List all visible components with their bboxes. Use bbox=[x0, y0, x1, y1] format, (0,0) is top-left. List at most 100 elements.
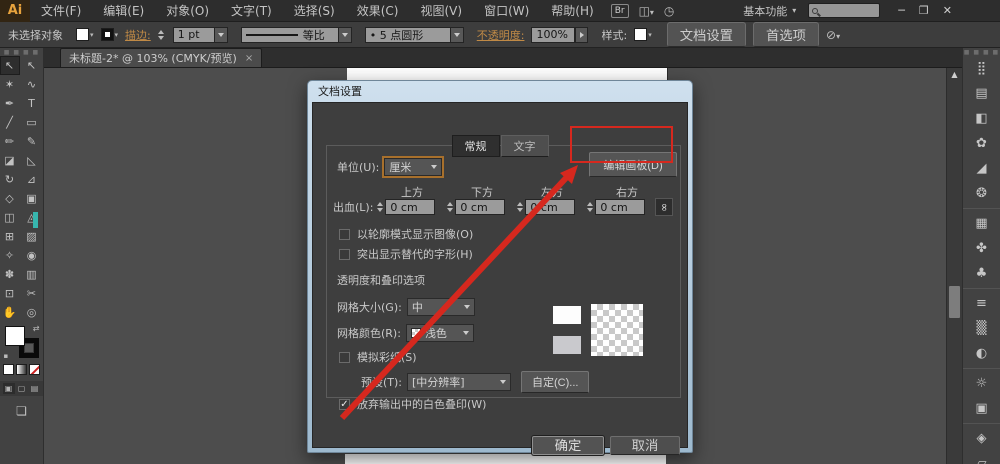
opacity-link[interactable]: 不透明度: bbox=[477, 27, 525, 43]
menu-type[interactable]: 文字(T) bbox=[220, 0, 283, 22]
vertical-scrollbar[interactable]: ▲ bbox=[946, 68, 962, 464]
magic-wand-tool[interactable]: ✶ bbox=[0, 75, 20, 94]
menu-edit[interactable]: 编辑(E) bbox=[92, 0, 155, 22]
direct-selection-tool[interactable]: ↖ bbox=[22, 56, 42, 75]
status-icon[interactable]: ◷ bbox=[664, 4, 674, 18]
bridge-button[interactable]: Br bbox=[611, 4, 629, 18]
layers-panel-icon[interactable]: ◈ bbox=[963, 426, 1000, 451]
stroke-panel-icon[interactable]: ≡ bbox=[963, 291, 1000, 316]
scrollbar-thumb[interactable] bbox=[949, 286, 960, 318]
grid-size-dropdown[interactable]: 中 bbox=[407, 298, 475, 316]
stroke-width-dropdown[interactable] bbox=[215, 27, 228, 43]
artboards-panel-icon[interactable]: ▱ bbox=[963, 451, 1000, 464]
blend-tool[interactable]: ◉ bbox=[22, 246, 42, 265]
stroke-panel-link[interactable]: 描边: bbox=[125, 27, 151, 43]
outline-images-checkbox[interactable] bbox=[339, 229, 350, 240]
minimize-button[interactable]: ─ bbox=[898, 4, 905, 17]
mesh-tool[interactable]: ⊞ bbox=[0, 227, 20, 246]
highlight-glyphs-checkbox[interactable] bbox=[339, 249, 350, 260]
tab-type[interactable]: 文字 bbox=[501, 135, 549, 157]
width-profile-dropdown[interactable] bbox=[339, 27, 352, 43]
symbols-panel-icon[interactable]: ♣ bbox=[963, 261, 1000, 286]
pencil-tool[interactable]: ✎ bbox=[22, 132, 42, 151]
scroll-up-icon[interactable]: ▲ bbox=[947, 68, 962, 79]
tools-grip[interactable]: ■ ■ ■ ■ bbox=[0, 48, 43, 56]
fill-proxy[interactable] bbox=[5, 326, 25, 346]
swatches-panel-icon[interactable]: ▦ bbox=[963, 211, 1000, 236]
perspective-grid-tool[interactable]: ◬ bbox=[22, 208, 42, 227]
bleed-bottom-stepper[interactable] bbox=[447, 202, 453, 212]
slice-tool[interactable]: ✂ bbox=[22, 284, 42, 303]
symbol-tools-panel-icon[interactable]: ❂ bbox=[963, 181, 1000, 206]
line-segment-tool[interactable]: ╱ bbox=[0, 113, 20, 132]
style-picker[interactable]: ▾ bbox=[634, 28, 652, 41]
pathfinder-panel-icon[interactable]: ◧ bbox=[963, 106, 1000, 131]
pen-tool[interactable]: ✒ bbox=[0, 94, 20, 113]
bleed-bottom-field[interactable]: 0 cm bbox=[455, 199, 505, 215]
screen-mode-icon[interactable]: ❏ bbox=[0, 404, 43, 418]
ok-button[interactable]: 确定 bbox=[532, 436, 604, 455]
arrange-documents-icon[interactable]: ◫▾ bbox=[639, 4, 654, 18]
restore-button[interactable]: ❐ bbox=[919, 4, 929, 17]
none-button[interactable] bbox=[29, 364, 40, 375]
simulate-paper-checkbox[interactable] bbox=[339, 352, 350, 363]
rectangle-tool[interactable]: ▭ bbox=[22, 113, 42, 132]
symbol-sprayer-tool[interactable]: ✽ bbox=[0, 265, 20, 284]
bleed-top-field[interactable]: 0 cm bbox=[385, 199, 435, 215]
artboard-tool[interactable]: ⊡ bbox=[0, 284, 20, 303]
document-setup-button[interactable]: 文档设置 bbox=[667, 22, 746, 47]
fill-color-picker[interactable]: ▾ bbox=[76, 28, 94, 41]
gradient-panel-icon[interactable]: ▒ bbox=[963, 316, 1000, 341]
menu-object[interactable]: 对象(O) bbox=[155, 0, 220, 22]
width-tool[interactable]: ◇ bbox=[0, 189, 20, 208]
rotate-tool[interactable]: ↻ bbox=[0, 170, 20, 189]
brush-definition-dropdown[interactable] bbox=[451, 27, 464, 43]
shape-builder-tool[interactable]: ◫ bbox=[0, 208, 20, 227]
default-fill-stroke-icon[interactable]: ▪ bbox=[4, 352, 9, 360]
menu-select[interactable]: 选择(S) bbox=[283, 0, 346, 22]
color-guide-panel-icon[interactable]: ✿ bbox=[963, 131, 1000, 156]
transparency-panel-icon[interactable]: ◐ bbox=[963, 341, 1000, 366]
preset-dropdown[interactable]: [中分辨率] bbox=[407, 373, 511, 391]
bleed-top-stepper[interactable] bbox=[377, 202, 383, 212]
fill-stroke-control[interactable]: ⇄ ▪ bbox=[5, 326, 39, 358]
pointer-options-icon[interactable]: ⊘▾ bbox=[826, 28, 840, 42]
dialog-title[interactable]: 文档设置 bbox=[308, 81, 692, 102]
document-tab[interactable]: 未标题-2* @ 103% (CMYK/预览) × bbox=[60, 48, 262, 67]
stroke-width-field[interactable]: 1 pt bbox=[173, 27, 215, 43]
custom-button[interactable]: 自定(C)... bbox=[521, 371, 589, 393]
bleed-right-field[interactable]: 0 cm bbox=[595, 199, 645, 215]
blob-brush-tool[interactable]: ◪ bbox=[0, 151, 20, 170]
lasso-tool[interactable]: ∿ bbox=[22, 75, 42, 94]
style-swatch[interactable] bbox=[634, 28, 647, 41]
gradient-fan-panel-icon[interactable]: ◢ bbox=[963, 156, 1000, 181]
tab-close-icon[interactable]: × bbox=[245, 53, 253, 64]
cancel-button[interactable]: 取消 bbox=[610, 436, 680, 455]
brush-definition-field[interactable]: • 5 点圆形 bbox=[365, 27, 451, 43]
opacity-arrow-button[interactable] bbox=[575, 27, 588, 43]
graphic-styles-panel-icon[interactable]: ▣ bbox=[963, 396, 1000, 421]
draw-normal-mode[interactable]: ▣ bbox=[3, 383, 15, 394]
stroke-color-picker[interactable]: ▾ bbox=[101, 28, 119, 41]
type-tool[interactable]: T bbox=[22, 94, 42, 113]
bleed-right-stepper[interactable] bbox=[587, 202, 593, 212]
menu-view[interactable]: 视图(V) bbox=[409, 0, 473, 22]
brushes-panel-icon[interactable]: ✤ bbox=[963, 236, 1000, 261]
unit-dropdown[interactable]: 厘米 bbox=[384, 158, 442, 176]
eyedropper-tool[interactable]: ✧ bbox=[0, 246, 20, 265]
align-panel-icon[interactable]: ▤ bbox=[963, 81, 1000, 106]
workspace-switcher[interactable]: 基本功能▾ bbox=[743, 3, 796, 19]
menu-help[interactable]: 帮助(H) bbox=[540, 0, 604, 22]
menu-file[interactable]: 文件(F) bbox=[30, 0, 92, 22]
color-panel-icon[interactable]: ⣿ bbox=[963, 56, 1000, 81]
stroke-width-stepper[interactable] bbox=[158, 30, 164, 40]
gradient-tool[interactable]: ▨ bbox=[22, 227, 42, 246]
draw-inside-mode[interactable]: ▤ bbox=[29, 383, 41, 394]
selection-tool[interactable]: ↖ bbox=[0, 56, 20, 75]
swap-fill-stroke-icon[interactable]: ⇄ bbox=[33, 324, 40, 333]
menu-window[interactable]: 窗口(W) bbox=[473, 0, 540, 22]
close-button[interactable]: ✕ bbox=[943, 4, 952, 17]
tab-general[interactable]: 常规 bbox=[452, 135, 500, 157]
gradient-button[interactable] bbox=[16, 364, 27, 375]
scale-tool[interactable]: ⊿ bbox=[22, 170, 42, 189]
